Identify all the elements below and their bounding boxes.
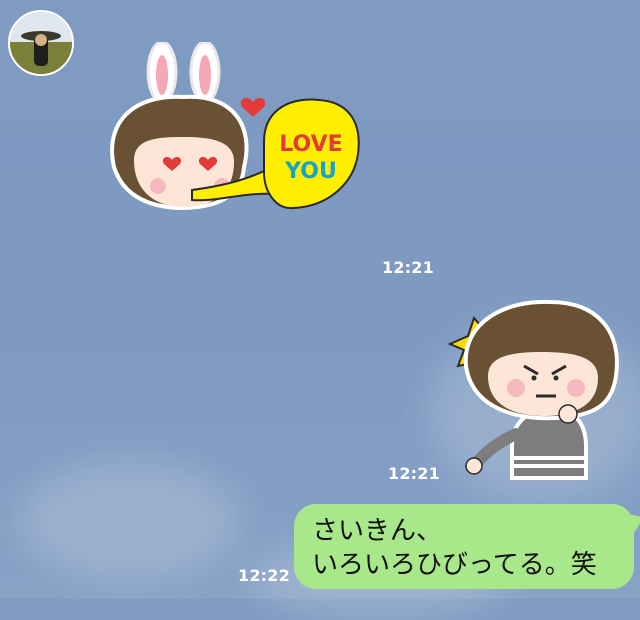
sticker-girl-angry xyxy=(447,299,619,480)
speech-text-love: LOVE xyxy=(279,132,343,157)
cloud-decoration xyxy=(20,460,240,580)
message-line-1: さいきん、 xyxy=(312,516,443,546)
outgoing-message-bubble[interactable]: さいきん、 いろいろひびってる。笑 xyxy=(294,504,634,589)
incoming-sticker-love[interactable]: LOVE YOU xyxy=(104,40,366,227)
avatar-photo-icon xyxy=(10,12,72,74)
message-line-2: いろいろひびってる。笑 xyxy=(312,550,597,580)
outgoing-text-timestamp: 12:22 xyxy=(238,566,290,585)
speech-text-you: YOU xyxy=(285,159,337,184)
incoming-timestamp: 12:21 xyxy=(382,258,434,277)
outgoing-sticker-timestamp: 12:21 xyxy=(388,464,440,483)
sender-avatar[interactable] xyxy=(8,10,74,76)
outgoing-sticker-angry[interactable] xyxy=(446,296,636,481)
